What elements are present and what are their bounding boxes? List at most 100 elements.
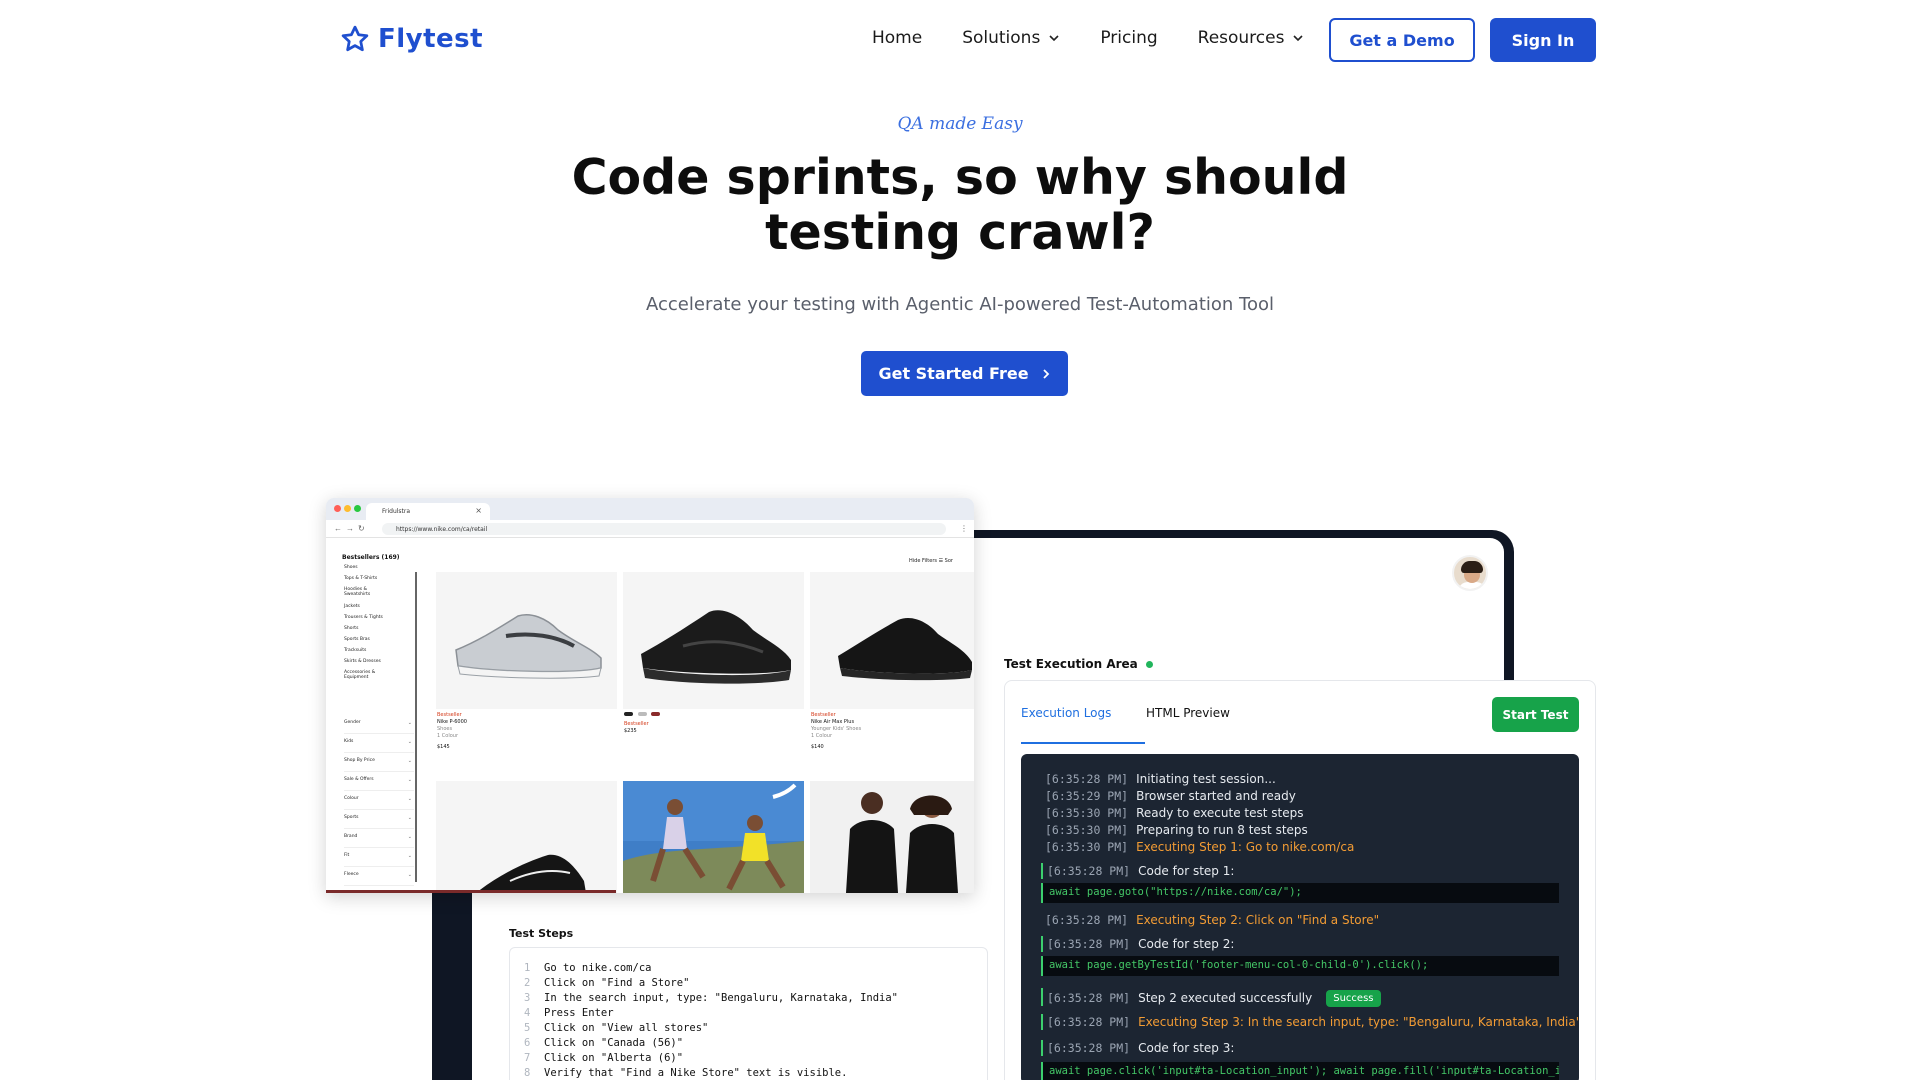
log-timestamp: [6:35:28 PM] <box>1047 937 1131 951</box>
log-message: Executing Step 2: Click on "Find a Store… <box>1136 913 1380 927</box>
get-started-button[interactable]: Get Started Free <box>861 351 1068 396</box>
hero-headline: Code sprints, so why should testing craw… <box>571 149 1349 261</box>
log-timestamp: [6:35:28 PM] <box>1045 772 1129 786</box>
nav-resources[interactable]: Resources <box>1198 28 1305 48</box>
log-timestamp: [6:35:30 PM] <box>1045 840 1129 854</box>
filter-row: Fleece ⌄ <box>344 872 414 886</box>
log-message: Code for step 3: <box>1138 1041 1235 1055</box>
step-text: Click on "View all stores" <box>544 1022 709 1034</box>
filter-label: Sale & Offers <box>344 777 374 782</box>
colour-swatches <box>624 712 661 721</box>
step-text: Press Enter <box>544 1007 614 1019</box>
product-image <box>810 572 974 709</box>
nav-solutions[interactable]: Solutions <box>962 28 1060 48</box>
category-item: Shorts <box>344 626 359 631</box>
step-line: 3 In the search input, type: "Bengaluru, … <box>524 992 899 1004</box>
product-info: Bestseller Nike P-6000 Shoes 1 Colour $1… <box>437 712 467 751</box>
forward-arrow-icon: → <box>346 524 354 533</box>
log-message: Initiating test session... <box>1136 772 1276 786</box>
product-info: Bestseller Nike Air Max Plus Younger Kid… <box>811 712 861 751</box>
tab-html-preview[interactable]: HTML Preview <box>1146 706 1230 720</box>
brand-logo[interactable]: Flytest <box>340 24 483 54</box>
product-price: $140 <box>811 744 824 750</box>
filter-label: Brand <box>344 834 358 839</box>
product-info: Bestseller $235 <box>624 712 661 735</box>
star-icon <box>341 25 369 52</box>
step-line: 4 Press Enter <box>524 1007 614 1019</box>
test-steps-editor[interactable]: 1 Go to nike.com/ca 2 Click on "Find a Sto… <box>509 947 988 1080</box>
sneaker-icon <box>838 617 972 681</box>
code-block: await page.getByTestId('footer-menu-col-… <box>1041 956 1559 976</box>
hero-subline: Accelerate your testing with Agentic AI-… <box>646 294 1274 315</box>
brand-name: Flytest <box>378 24 484 54</box>
log-timestamp: [6:35:28 PM] <box>1047 991 1131 1005</box>
chevron-down-icon: ⌄ <box>407 777 412 783</box>
category-item: Hoodies & Sweatshirts <box>344 587 371 597</box>
step-text: Verify that "Find a Nike Store" text is … <box>544 1067 848 1079</box>
log-message: Preparing to run 8 test steps <box>1136 823 1308 837</box>
log-message: Code for step 2: <box>1138 937 1235 951</box>
nav-pricing[interactable]: Pricing <box>1100 28 1157 48</box>
status-dot-icon <box>1145 660 1153 668</box>
step-line: 6 Click on "Canada (56)" <box>524 1037 684 1049</box>
category-item: Trousers & Tights <box>344 615 383 620</box>
get-demo-button[interactable]: Get a Demo <box>1329 18 1475 62</box>
step-text: Click on "Find a Store" <box>544 977 690 989</box>
log-timestamp: [6:35:28 PM] <box>1045 913 1129 927</box>
nav-home[interactable]: Home <box>872 28 922 48</box>
bestseller-badge: Bestseller <box>811 712 836 718</box>
product-image <box>623 572 804 709</box>
chevron-down-icon: ⌄ <box>407 853 412 859</box>
category-item: Sports Bras <box>344 637 370 642</box>
product-price: $145 <box>437 744 450 750</box>
category-item: Accessories & Equipment <box>344 670 376 680</box>
sign-in-button[interactable]: Sign In <box>1490 18 1596 62</box>
filter-row: Sports ⌄ <box>344 815 414 829</box>
product-price: $235 <box>624 728 637 734</box>
get-started-label: Get Started Free <box>878 364 1029 383</box>
code-block: await page.goto("https://nike.com/ca/"); <box>1041 883 1559 903</box>
step-line: 5 Click on "View all stores" <box>524 1022 709 1034</box>
step-line: 8 Verify that "Find a Nike Store" text is… <box>524 1067 848 1079</box>
filter-row: Brand ⌄ <box>344 834 414 848</box>
filter-row: Fit ⌄ <box>344 853 414 867</box>
log-timestamp: [6:35:30 PM] <box>1045 823 1129 837</box>
filter-label: Fleece <box>344 872 359 877</box>
step-line: 1 Go to nike.com/ca <box>524 962 652 974</box>
execution-area-label: Test Execution Area <box>1004 657 1138 671</box>
chevron-down-icon: ⌄ <box>407 834 412 840</box>
execution-area-title: Test Execution Area <box>1004 657 1153 671</box>
product-image <box>436 572 617 709</box>
start-test-button[interactable]: Start Test <box>1492 697 1579 732</box>
log-entry: [6:35:30 PM] Ready to execute test steps <box>1045 806 1303 820</box>
browser-address-bar: ← → ↻ https://www.nike.com/ca/retail ⋮ <box>326 520 974 538</box>
nav-home-label: Home <box>872 28 923 48</box>
more-menu-icon: ⋮ <box>960 524 968 533</box>
filter-label: Kids <box>344 739 354 744</box>
chevron-down-icon: ⌄ <box>407 872 412 878</box>
category-title: Bestsellers (169) <box>342 554 400 561</box>
maximize-window-icon <box>354 505 361 512</box>
log-entry: [6:35:30 PM] Preparing to run 8 test ste… <box>1045 823 1308 837</box>
log-entry: [6:35:28 PM] Executing Step 2: Click on … <box>1045 913 1379 927</box>
success-badge: Success <box>1326 989 1381 1007</box>
avatar[interactable] <box>1452 555 1488 591</box>
product-category: Shoes <box>437 726 453 732</box>
tab-execution-logs[interactable]: Execution Logs <box>1021 706 1111 720</box>
bestseller-badge: Bestseller <box>437 712 462 718</box>
category-item: Tracksuits <box>344 648 367 653</box>
chevron-down-icon: ⌄ <box>407 796 412 802</box>
filter-row: Colour ⌄ <box>344 796 414 810</box>
log-message: Executing Step 1: Go to nike.com/ca <box>1136 840 1355 854</box>
filter-row: Kids ⌄ <box>344 739 414 753</box>
step-text: In the search input, type: "Bengaluru, K… <box>544 992 899 1004</box>
reload-icon: ↻ <box>358 524 365 533</box>
execution-log-console: [6:35:28 PM] Initiating test session... … <box>1021 754 1579 1080</box>
sort-label: Sor <box>944 558 953 564</box>
log-entry: [6:35:30 PM] Executing Step 1: Go to nik… <box>1045 840 1354 854</box>
log-entry: [6:35:28 PM] Code for step 1: <box>1041 863 1234 879</box>
log-message: Step 2 executed successfully <box>1138 991 1313 1005</box>
browser-tab-title: Fridulstra <box>382 508 411 515</box>
active-tab-indicator <box>1021 742 1145 744</box>
nav-solutions-label: Solutions <box>962 28 1041 48</box>
